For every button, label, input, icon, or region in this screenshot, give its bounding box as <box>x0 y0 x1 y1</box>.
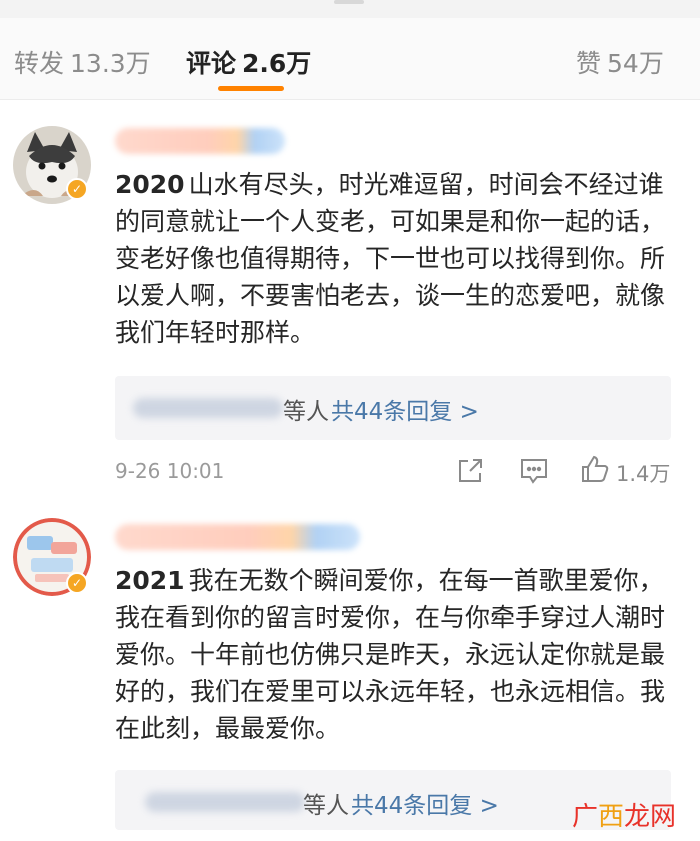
comment-body: 我在无数个瞬间爱你，在每一首歌里爱你，我在看到你的留言时爱你，在与你牵手穿过人潮… <box>115 566 666 743</box>
tab-bar: 转发 13.3万 评论 2.6万 赞 54万 <box>0 18 700 100</box>
active-tab-indicator <box>218 86 284 91</box>
tab-likes-count: 54万 <box>607 49 664 78</box>
watermark-part-1: 广 <box>572 802 599 832</box>
username-blurred[interactable] <box>115 524 360 550</box>
top-strip <box>0 0 700 18</box>
verified-badge-icon: ✓ <box>66 572 88 594</box>
tab-likes-label: 赞 <box>576 49 602 78</box>
reply-names-blurred <box>133 398 283 418</box>
reply-summary[interactable]: 等人 共44条回复 > <box>115 376 671 440</box>
comment-text: 2021 我在无数个瞬间爱你，在每一首歌里爱你，我在看到你的留言时爱你，在与你牵手… <box>115 562 675 752</box>
view-replies-link[interactable]: 共44条回复 > <box>331 392 479 426</box>
comment-icon[interactable] <box>519 457 549 489</box>
watermark-logo: 广西龙网 <box>572 796 676 833</box>
tab-reposts-label: 转发 <box>14 49 65 78</box>
tab-comments[interactable]: 评论 2.6万 <box>186 44 311 80</box>
tab-comments-count: 2.6万 <box>242 49 312 78</box>
tab-likes[interactable]: 赞 54万 <box>576 44 664 80</box>
watermark-part-2: 西 <box>598 802 625 832</box>
like-thumb-icon[interactable] <box>580 454 610 488</box>
share-icon[interactable] <box>456 457 484 489</box>
drag-handle <box>334 0 364 4</box>
comment-year: 2020 <box>115 170 185 199</box>
watermark-part-3: 龙网 <box>624 802 677 832</box>
view-replies-link[interactable]: 共44条回复 > <box>351 786 499 820</box>
tab-reposts-count: 13.3万 <box>70 49 151 78</box>
tab-reposts[interactable]: 转发 13.3万 <box>14 44 151 80</box>
reply-people-label: 等人 <box>303 793 349 819</box>
reply-names-blurred <box>145 792 305 812</box>
reply-people-label: 等人 <box>283 399 329 425</box>
tab-comments-label: 评论 <box>186 49 237 78</box>
verified-badge-icon: ✓ <box>66 178 88 200</box>
username-blurred[interactable] <box>115 128 285 154</box>
comment-text: 2020 山水有尽头，时光难逗留，时间会不经过谁的同意就让一个人变老，可如果是和你… <box>115 166 675 356</box>
like-count: 1.4万 <box>616 462 671 486</box>
comment-timestamp: 9-26 10:01 <box>115 459 225 483</box>
comment-body: 山水有尽头，时光难逗留，时间会不经过谁的同意就让一个人变老，可如果是和你一起的话… <box>115 170 666 347</box>
comment-year: 2021 <box>115 566 185 595</box>
